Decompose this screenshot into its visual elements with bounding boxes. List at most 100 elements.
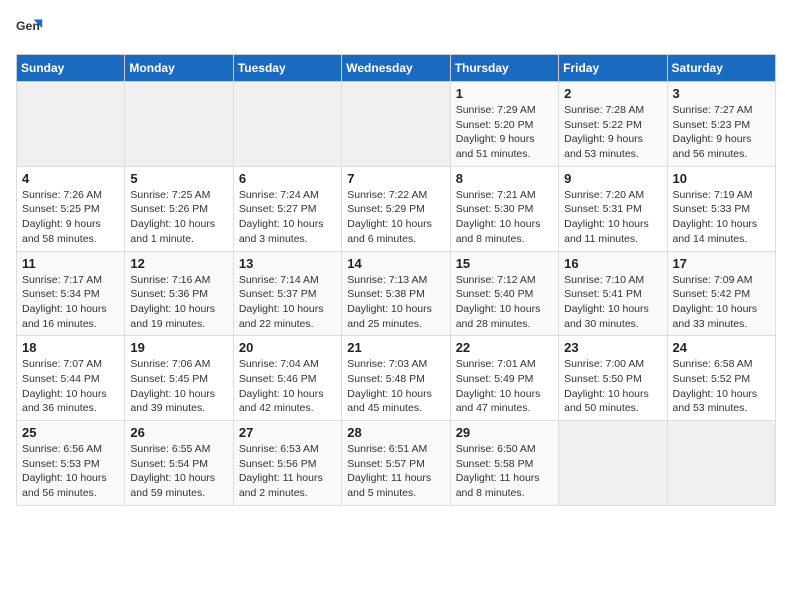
calendar-cell: 29 Sunrise: 6:50 AM Sunset: 5:58 PM Dayli… [450, 421, 558, 506]
day-info: Sunrise: 7:25 AM Sunset: 5:26 PM Dayligh… [130, 188, 227, 247]
day-number: 2 [564, 86, 661, 101]
day-number: 6 [239, 171, 336, 186]
calendar-cell: 24 Sunrise: 6:58 AM Sunset: 5:52 PM Dayli… [667, 336, 775, 421]
calendar-cell: 2 Sunrise: 7:28 AM Sunset: 5:22 PM Daylig… [559, 82, 667, 167]
day-info: Sunrise: 6:55 AM Sunset: 5:54 PM Dayligh… [130, 442, 227, 501]
day-number: 19 [130, 340, 227, 355]
day-number: 12 [130, 256, 227, 271]
day-header: Sunday [17, 55, 125, 82]
calendar-cell: 18 Sunrise: 7:07 AM Sunset: 5:44 PM Dayli… [17, 336, 125, 421]
calendar-cell: 10 Sunrise: 7:19 AM Sunset: 5:33 PM Dayli… [667, 166, 775, 251]
day-info: Sunrise: 7:16 AM Sunset: 5:36 PM Dayligh… [130, 273, 227, 332]
calendar-cell: 19 Sunrise: 7:06 AM Sunset: 5:45 PM Dayli… [125, 336, 233, 421]
day-number: 5 [130, 171, 227, 186]
calendar-cell: 3Sunrise: 7:27 AM Sunset: 5:23 PM Daylig… [667, 82, 775, 167]
day-info: Sunrise: 7:22 AM Sunset: 5:29 PM Dayligh… [347, 188, 444, 247]
day-header: Friday [559, 55, 667, 82]
day-info: Sunrise: 6:51 AM Sunset: 5:57 PM Dayligh… [347, 442, 444, 501]
day-number: 29 [456, 425, 553, 440]
day-info: Sunrise: 7:04 AM Sunset: 5:46 PM Dayligh… [239, 357, 336, 416]
day-info: Sunrise: 6:58 AM Sunset: 5:52 PM Dayligh… [673, 357, 770, 416]
calendar-cell [342, 82, 450, 167]
calendar-cell [17, 82, 125, 167]
day-info: Sunrise: 7:06 AM Sunset: 5:45 PM Dayligh… [130, 357, 227, 416]
calendar-cell [233, 82, 341, 167]
day-info: Sunrise: 7:20 AM Sunset: 5:31 PM Dayligh… [564, 188, 661, 247]
day-number: 13 [239, 256, 336, 271]
calendar-cell: 5 Sunrise: 7:25 AM Sunset: 5:26 PM Daylig… [125, 166, 233, 251]
day-info: Sunrise: 7:00 AM Sunset: 5:50 PM Dayligh… [564, 357, 661, 416]
day-number: 9 [564, 171, 661, 186]
calendar-cell: 12 Sunrise: 7:16 AM Sunset: 5:36 PM Dayli… [125, 251, 233, 336]
calendar-cell: 1 Sunrise: 7:29 AM Sunset: 5:20 PM Daylig… [450, 82, 558, 167]
day-header: Thursday [450, 55, 558, 82]
calendar-cell: 22 Sunrise: 7:01 AM Sunset: 5:49 PM Dayli… [450, 336, 558, 421]
day-info: Sunrise: 7:12 AM Sunset: 5:40 PM Dayligh… [456, 273, 553, 332]
day-info: Sunrise: 6:50 AM Sunset: 5:58 PM Dayligh… [456, 442, 553, 501]
day-info: Sunrise: 7:07 AM Sunset: 5:44 PM Dayligh… [22, 357, 119, 416]
calendar-cell [559, 421, 667, 506]
logo-icon: Gen [16, 16, 44, 44]
day-number: 4 [22, 171, 119, 186]
day-number: 27 [239, 425, 336, 440]
day-number: 23 [564, 340, 661, 355]
day-number: 15 [456, 256, 553, 271]
calendar-cell: 21 Sunrise: 7:03 AM Sunset: 5:48 PM Dayli… [342, 336, 450, 421]
day-info: Sunrise: 7:03 AM Sunset: 5:48 PM Dayligh… [347, 357, 444, 416]
calendar-cell: 9 Sunrise: 7:20 AM Sunset: 5:31 PM Daylig… [559, 166, 667, 251]
day-header: Saturday [667, 55, 775, 82]
day-info: Sunrise: 7:10 AM Sunset: 5:41 PM Dayligh… [564, 273, 661, 332]
day-header: Monday [125, 55, 233, 82]
day-info: Sunrise: 7:14 AM Sunset: 5:37 PM Dayligh… [239, 273, 336, 332]
calendar-cell: 6 Sunrise: 7:24 AM Sunset: 5:27 PM Daylig… [233, 166, 341, 251]
page-header: Gen [16, 16, 776, 44]
day-number: 20 [239, 340, 336, 355]
day-info: Sunrise: 7:01 AM Sunset: 5:49 PM Dayligh… [456, 357, 553, 416]
day-info: Sunrise: 6:56 AM Sunset: 5:53 PM Dayligh… [22, 442, 119, 501]
day-number: 17 [673, 256, 770, 271]
day-number: 14 [347, 256, 444, 271]
day-number: 24 [673, 340, 770, 355]
day-info: Sunrise: 7:21 AM Sunset: 5:30 PM Dayligh… [456, 188, 553, 247]
day-info: Sunrise: 7:29 AM Sunset: 5:20 PM Dayligh… [456, 103, 553, 162]
day-number: 28 [347, 425, 444, 440]
calendar-cell: 11 Sunrise: 7:17 AM Sunset: 5:34 PM Dayli… [17, 251, 125, 336]
day-number: 1 [456, 86, 553, 101]
day-info: Sunrise: 7:28 AM Sunset: 5:22 PM Dayligh… [564, 103, 661, 162]
calendar-cell: 14 Sunrise: 7:13 AM Sunset: 5:38 PM Dayli… [342, 251, 450, 336]
calendar-cell: 20 Sunrise: 7:04 AM Sunset: 5:46 PM Dayli… [233, 336, 341, 421]
calendar-cell [125, 82, 233, 167]
day-header: Tuesday [233, 55, 341, 82]
day-number: 18 [22, 340, 119, 355]
day-info: Sunrise: 7:26 AM Sunset: 5:25 PM Dayligh… [22, 188, 119, 247]
logo: Gen [16, 16, 48, 44]
day-number: 16 [564, 256, 661, 271]
day-number: 10 [673, 171, 770, 186]
calendar-cell: 28 Sunrise: 6:51 AM Sunset: 5:57 PM Dayli… [342, 421, 450, 506]
calendar-cell: 23 Sunrise: 7:00 AM Sunset: 5:50 PM Dayli… [559, 336, 667, 421]
day-info: Sunrise: 7:19 AM Sunset: 5:33 PM Dayligh… [673, 188, 770, 247]
day-info: Sunrise: 7:09 AM Sunset: 5:42 PM Dayligh… [673, 273, 770, 332]
day-number: 3 [673, 86, 770, 101]
day-number: 8 [456, 171, 553, 186]
day-number: 26 [130, 425, 227, 440]
day-number: 7 [347, 171, 444, 186]
calendar-cell [667, 421, 775, 506]
day-number: 11 [22, 256, 119, 271]
calendar-cell: 13 Sunrise: 7:14 AM Sunset: 5:37 PM Dayli… [233, 251, 341, 336]
calendar-cell: 15 Sunrise: 7:12 AM Sunset: 5:40 PM Dayli… [450, 251, 558, 336]
calendar-cell: 26 Sunrise: 6:55 AM Sunset: 5:54 PM Dayli… [125, 421, 233, 506]
calendar-cell: 27 Sunrise: 6:53 AM Sunset: 5:56 PM Dayli… [233, 421, 341, 506]
calendar-cell: 8 Sunrise: 7:21 AM Sunset: 5:30 PM Daylig… [450, 166, 558, 251]
day-header: Wednesday [342, 55, 450, 82]
calendar-cell: 16 Sunrise: 7:10 AM Sunset: 5:41 PM Dayli… [559, 251, 667, 336]
day-number: 22 [456, 340, 553, 355]
day-info: Sunrise: 7:13 AM Sunset: 5:38 PM Dayligh… [347, 273, 444, 332]
calendar-cell: 17 Sunrise: 7:09 AM Sunset: 5:42 PM Dayli… [667, 251, 775, 336]
day-number: 25 [22, 425, 119, 440]
day-info: Sunrise: 6:53 AM Sunset: 5:56 PM Dayligh… [239, 442, 336, 501]
day-number: 21 [347, 340, 444, 355]
day-info: Sunrise: 7:17 AM Sunset: 5:34 PM Dayligh… [22, 273, 119, 332]
day-info: Sunrise: 7:24 AM Sunset: 5:27 PM Dayligh… [239, 188, 336, 247]
calendar-table: SundayMondayTuesdayWednesdayThursdayFrid… [16, 54, 776, 506]
